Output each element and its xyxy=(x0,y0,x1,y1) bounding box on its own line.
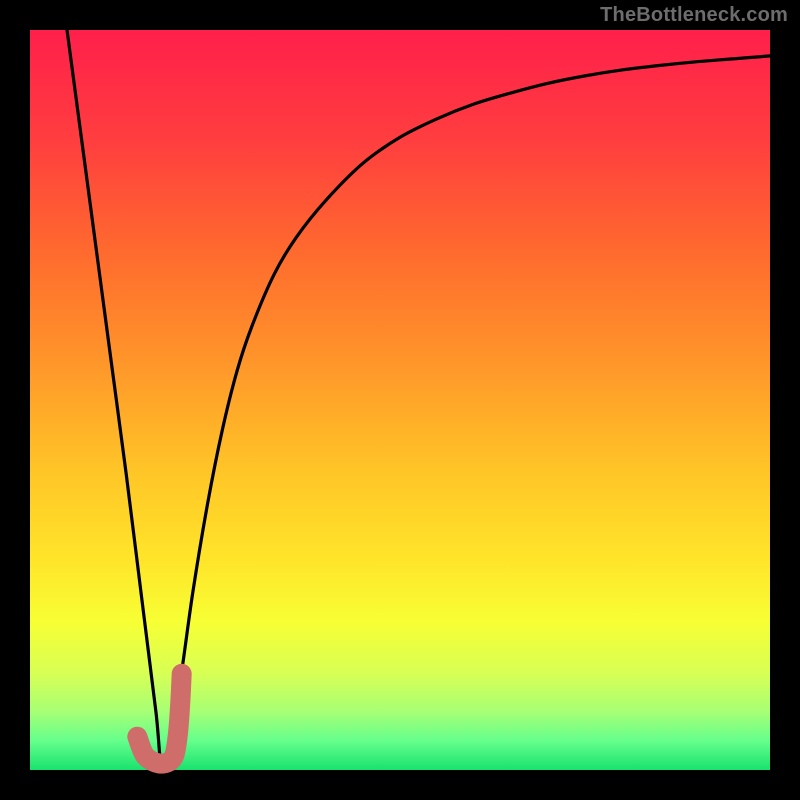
plot-background xyxy=(30,30,770,770)
bottleneck-chart xyxy=(0,0,800,800)
watermark-text: TheBottleneck.com xyxy=(600,4,788,27)
chart-container: TheBottleneck.com xyxy=(0,0,800,800)
